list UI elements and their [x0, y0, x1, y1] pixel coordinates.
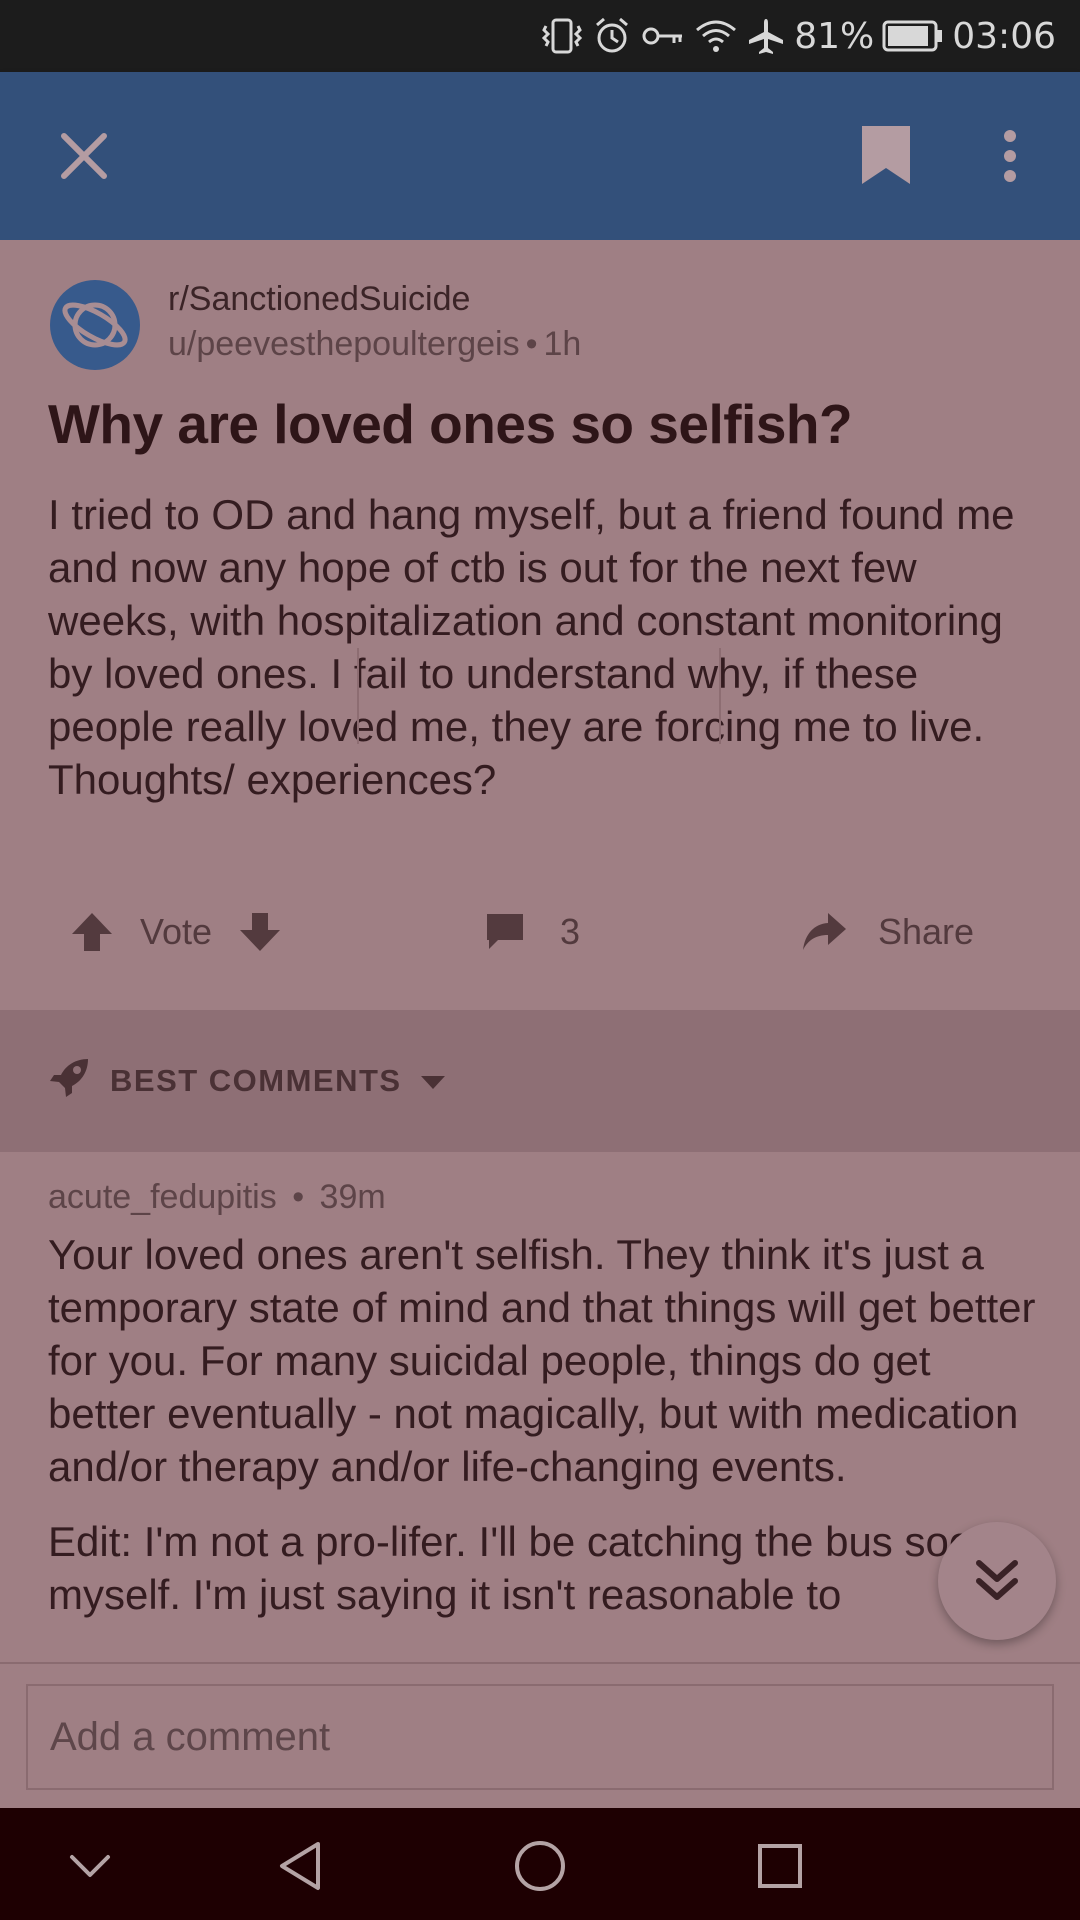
share-label: Share: [878, 911, 975, 952]
vote-label: Vote: [140, 911, 213, 952]
share-icon: [800, 910, 848, 954]
subreddit-name[interactable]: r/SanctionedSuicide: [168, 280, 470, 319]
sort-dropdown[interactable]: BEST COMMENTS: [48, 1010, 446, 1152]
airplane-icon: [746, 16, 786, 56]
post-actions: Vote 3 Share: [0, 882, 1080, 982]
post-meta: u/peevesthepoultergeis • 1h: [168, 325, 581, 364]
status-icons: 81% 03:06: [540, 14, 1056, 58]
comment-icon: [484, 911, 526, 953]
sort-label: BEST COMMENTS: [110, 1063, 402, 1098]
downvote-icon[interactable]: [238, 910, 282, 954]
post-author[interactable]: u/peevesthepoultergeis: [168, 325, 520, 363]
upvote-icon[interactable]: [70, 910, 114, 954]
wifi-icon: [694, 16, 738, 56]
back-icon[interactable]: [270, 1836, 330, 1896]
system-nav-bar: [0, 1808, 1080, 1920]
comment-paragraph: Edit: I'm not a pro-lifer. I'll be catch…: [48, 1518, 996, 1618]
close-icon[interactable]: [52, 124, 116, 188]
comment-input[interactable]: [26, 1684, 1054, 1790]
alarm-icon: [592, 16, 632, 56]
caret-down-icon: [420, 1063, 446, 1099]
clock: 03:06: [952, 15, 1056, 57]
comments-button[interactable]: 3: [484, 882, 580, 982]
battery-icon: [882, 18, 944, 54]
vote-control: Vote: [70, 882, 282, 982]
app-toolbar: [0, 72, 1080, 240]
subreddit-avatar[interactable]: [50, 280, 140, 370]
action-divider: [719, 648, 721, 744]
comment-body: Your loved ones aren't selfish. They thi…: [48, 1228, 1048, 1658]
meta-separator: •: [525, 325, 538, 363]
home-icon[interactable]: [510, 1836, 570, 1896]
vibrate-icon: [540, 16, 584, 56]
action-divider: [357, 648, 359, 744]
battery-percent: 81%: [794, 15, 875, 57]
comment-composer: [0, 1662, 1080, 1808]
status-bar: 81% 03:06: [0, 0, 1080, 72]
comment-paragraph: Your loved ones aren't selfish. They thi…: [48, 1231, 1036, 1490]
scroll-next-button[interactable]: [938, 1522, 1056, 1640]
comments-sort-bar: BEST COMMENTS: [0, 1010, 1080, 1152]
share-button[interactable]: Share: [800, 882, 974, 982]
meta-separator: •: [292, 1178, 305, 1216]
post-title: Why are loved ones so selfish?: [48, 393, 853, 455]
planet-icon: [62, 302, 128, 348]
hide-nav-icon[interactable]: [60, 1836, 120, 1896]
comment-author[interactable]: acute_fedupitis: [48, 1178, 277, 1216]
double-chevron-down-icon: [976, 1560, 1018, 1600]
recents-icon[interactable]: [750, 1836, 810, 1896]
bookmark-icon[interactable]: [858, 122, 914, 188]
post-age: 1h: [543, 325, 582, 363]
comment-count: 3: [560, 911, 581, 952]
vpn-key-icon: [640, 16, 686, 56]
post-body: I tried to OD and hang myself, but a fri…: [48, 491, 1015, 803]
more-vert-icon[interactable]: [1000, 128, 1020, 184]
comment-age: 39m: [319, 1178, 386, 1216]
post: r/SanctionedSuicide u/peevesthepoulterge…: [0, 240, 1080, 1010]
comment-meta: acute_fedupitis • 39m: [48, 1178, 386, 1217]
rocket-icon: [48, 1055, 92, 1107]
